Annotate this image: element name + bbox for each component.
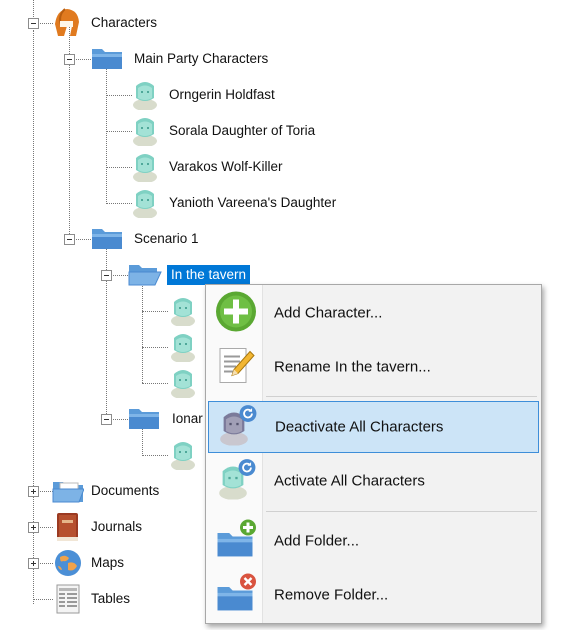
tree-node-character[interactable]: Sorala Daughter of Toria [169, 121, 315, 141]
context-menu: Add Character... Rename In the tavern...… [205, 284, 542, 624]
menu-item-activate-all[interactable]: Activate All Characters [208, 455, 539, 507]
menu-separator [266, 396, 537, 397]
tree-node-characters[interactable]: Characters [91, 13, 157, 33]
character-icon [170, 440, 196, 470]
character-icon [132, 80, 158, 110]
folder-icon [91, 46, 123, 70]
character-icon [170, 368, 196, 398]
add-plus-icon [214, 290, 258, 337]
tree-line [106, 95, 132, 96]
remove-folder-icon [214, 572, 258, 619]
tree-line [142, 455, 168, 456]
menu-label: Add Character... [274, 304, 383, 322]
tree-line [106, 203, 132, 204]
expand-toggle-maps[interactable] [28, 558, 39, 569]
tree-line [142, 347, 168, 348]
tree-node-character[interactable]: Varakos Wolf-Killer [169, 157, 283, 177]
character-icon [170, 296, 196, 326]
editor-window: { "tree": { "characters": "Characters", … [0, 0, 570, 630]
menu-item-add-folder[interactable]: Add Folder... [208, 515, 539, 567]
activate-character-icon [214, 458, 258, 505]
tree-node-main-party[interactable]: Main Party Characters [134, 49, 268, 69]
menu-label: Deactivate All Characters [275, 418, 444, 436]
collapse-toggle-in-tavern[interactable] [101, 270, 112, 281]
menu-item-rename[interactable]: Rename In the tavern... [208, 341, 539, 393]
tree-line [142, 311, 168, 312]
add-folder-icon [214, 518, 258, 565]
tree-line [33, 599, 53, 600]
menu-item-deactivate-all[interactable]: Deactivate All Characters [208, 401, 539, 453]
menu-label: Add Folder... [274, 532, 360, 550]
helmet-icon [52, 7, 82, 39]
menu-item-add-character[interactable]: Add Character... [208, 287, 539, 339]
expand-toggle-documents[interactable] [28, 486, 39, 497]
expand-toggle-journals[interactable] [28, 522, 39, 533]
collapse-toggle-ionar[interactable] [101, 414, 112, 425]
character-icon [132, 116, 158, 146]
menu-label: Rename In the tavern... [274, 358, 431, 376]
tree-node-tables[interactable]: Tables [91, 589, 130, 609]
journal-book-icon [55, 512, 81, 542]
tree-node-journals[interactable]: Journals [91, 517, 142, 537]
deactivate-character-icon [215, 404, 259, 451]
menu-separator [266, 511, 537, 512]
folder-icon [91, 226, 123, 250]
tree-line [142, 281, 143, 383]
menu-label: Activate All Characters [274, 472, 425, 490]
tree-line [142, 383, 168, 384]
tree-node-in-tavern[interactable]: In the tavern [167, 265, 251, 285]
folder-icon [128, 406, 160, 430]
tree-line [106, 64, 107, 204]
rename-pencil-icon [214, 344, 258, 391]
tree-node-character[interactable]: Yanioth Vareena's Daughter [169, 193, 336, 213]
tree-line [106, 167, 132, 168]
tree-node-maps[interactable]: Maps [91, 553, 124, 573]
tree-node-character[interactable]: Orngerin Holdfast [169, 85, 275, 105]
character-icon [170, 332, 196, 362]
table-icon [56, 584, 80, 614]
tree-node-scenario[interactable]: Scenario 1 [134, 229, 199, 249]
tree-line [33, 30, 34, 604]
collapse-toggle-scenario[interactable] [64, 234, 75, 245]
tree-line [106, 131, 132, 132]
tree-node-ionar[interactable]: Ionar [172, 409, 203, 429]
collapse-toggle-characters[interactable] [28, 18, 39, 29]
folder-open-icon [128, 262, 162, 286]
menu-label: Remove Folder... [274, 586, 389, 604]
tree-node-documents[interactable]: Documents [91, 481, 159, 501]
collapse-toggle-main-party[interactable] [64, 54, 75, 65]
character-icon [132, 152, 158, 182]
documents-folder-icon [52, 479, 85, 503]
menu-item-remove-folder[interactable]: Remove Folder... [208, 569, 539, 621]
globe-map-icon [53, 548, 83, 578]
character-icon [132, 188, 158, 218]
